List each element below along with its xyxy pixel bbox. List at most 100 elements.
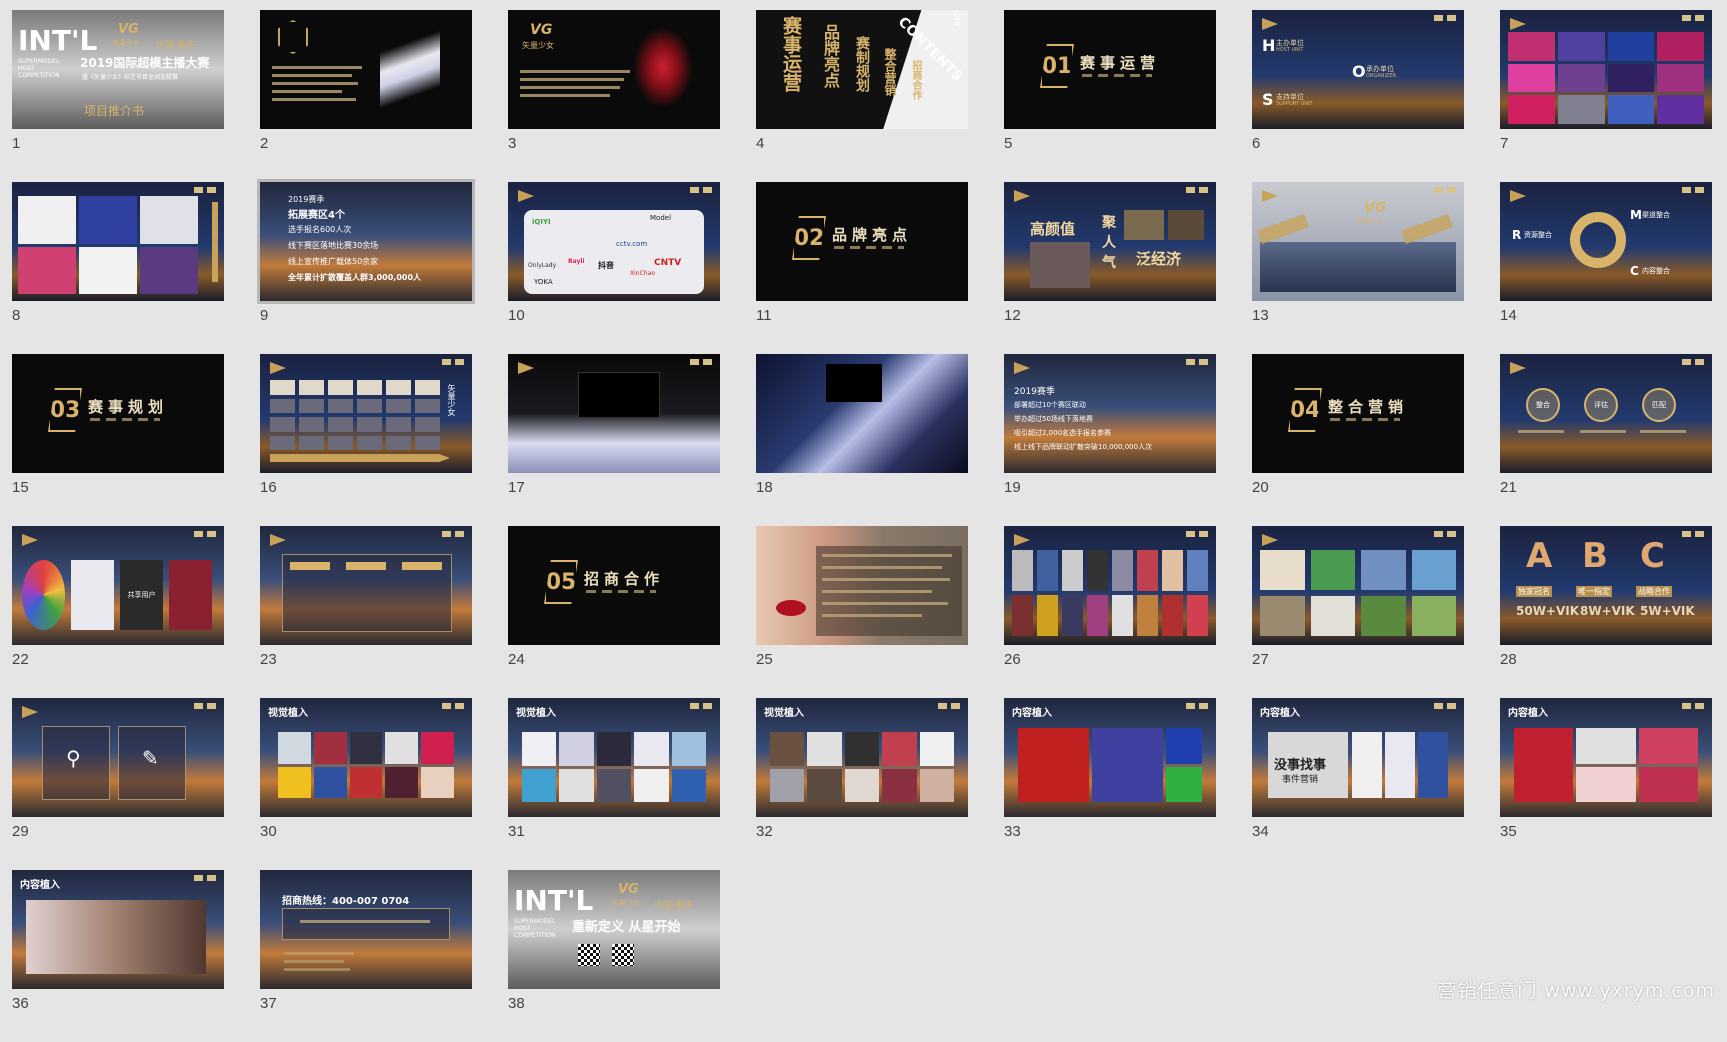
section-number: 04 (1288, 388, 1322, 432)
slide-number: 18 (756, 479, 773, 496)
slide-thumbnail[interactable]: 02 品牌亮点 (756, 182, 968, 301)
slide-heading: 内容植入 (1012, 708, 1052, 719)
vg-logo: VG (618, 882, 639, 897)
slide-thumbnail[interactable]: 2019赛季 部署超过10个赛区联动 举办超过50场线下落地赛 吸引超过2,00… (1004, 354, 1216, 473)
slide-number: 1 (12, 135, 21, 152)
slide-thumbnail[interactable]: M 渠道整合 R 资源整合 C 内容整合 (1500, 182, 1712, 301)
highlight-text: 高颜值 (1030, 220, 1076, 238)
slide-thumbnail[interactable]: 视觉植入 (260, 698, 472, 817)
slide-thumbnail[interactable]: 内容植入 (12, 870, 224, 989)
tier-price: 8W+VIK (1580, 604, 1635, 618)
slide-thumbnail[interactable]: 视觉植入 (508, 698, 720, 817)
integration-label: 内容整合 (1642, 267, 1670, 275)
side-tag: 矢量少女 (447, 384, 456, 416)
integration-label: 资源整合 (1524, 231, 1552, 239)
slide-thumbnail[interactable] (260, 526, 472, 645)
slide-cell: VG 矢量少女 3 (508, 10, 720, 182)
slide-cell: INT'L SUPERMODEL HOST COMPETITION VG 矢量少… (12, 10, 224, 182)
slide-thumbnail-selected[interactable]: 2019赛季 拓展赛区4个 选手报名600人次 线下赛区落地比赛30余场 线上宣… (257, 179, 475, 304)
slide-cell: 招商热线：400-007 0704 37 (260, 870, 472, 1042)
slide-thumbnail[interactable]: VG 矢量少女 (508, 10, 720, 129)
slide-cell: 整合 评估 匹配 21 (1500, 354, 1712, 526)
brand-name: 矢量少女 (522, 41, 554, 50)
slide-number: 31 (508, 823, 525, 840)
slide-cell: 8 (12, 182, 224, 354)
slide-thumbnail[interactable]: A B C 独家冠名 唯一指定 战略合作 50W+VIK 8W+VIK 5W+V… (1500, 526, 1712, 645)
brand-name: 矢量少女 (112, 39, 140, 47)
slide-thumbnail[interactable] (1500, 10, 1712, 129)
toc-item: 赛制规划 (854, 36, 870, 92)
media-logo: iQIYI (532, 218, 551, 226)
stat-line: 2019赛季 (1014, 387, 1055, 397)
letter-o: O (1352, 62, 1366, 81)
stat-line: 全年累计扩散覆盖人群3,000,000人 (288, 273, 422, 282)
slide-thumbnail[interactable]: 内容植入 没事找事 事件营销 (1252, 698, 1464, 817)
slide-thumbnail[interactable]: 矢量少女 (260, 354, 472, 473)
slide-cell: H 主办单位 HOST UNIT O 承办单位 ORGANIZER S 支持单位… (1252, 10, 1464, 182)
slide-thumbnail[interactable]: 05 招商合作 (508, 526, 720, 645)
slide-thumbnail[interactable] (1004, 526, 1216, 645)
slide-number: 13 (1252, 307, 1269, 324)
slide-thumbnail[interactable] (756, 354, 968, 473)
slide-cell: 矢量少女 16 (260, 354, 472, 526)
slide-cell: 视觉植入 31 (508, 698, 720, 870)
slide-thumbnail[interactable] (260, 10, 472, 129)
slide-thumbnail[interactable]: VG 矢量少女 (1252, 182, 1464, 301)
slide-thumbnail[interactable]: 共享用户 (12, 526, 224, 645)
slide-thumbnail[interactable]: 内容植入 (1004, 698, 1216, 817)
city-label: 中国·重庆 (156, 41, 195, 51)
slide-thumbnail[interactable]: H 主办单位 HOST UNIT O 承办单位 ORGANIZER S 支持单位… (1252, 10, 1464, 129)
section-number: 05 (544, 560, 578, 604)
slide-thumbnail[interactable]: 01 赛事运营 (1004, 10, 1216, 129)
slide-thumbnail[interactable]: INT'L SUPERMODEL HOST COMPETITION VG 矢量少… (508, 870, 720, 989)
slide-number: 37 (260, 995, 277, 1012)
slide-cell: INT'L SUPERMODEL HOST COMPETITION VG 矢量少… (508, 870, 720, 1042)
slide-thumbnail[interactable] (12, 182, 224, 301)
slide-cell: 27 (1252, 526, 1464, 698)
slide-heading: 视觉植入 (268, 708, 308, 719)
side-text: SUPERMODEL HOST COMPETITION (514, 918, 556, 939)
slide-thumbnail[interactable]: 04 整合营销 (1252, 354, 1464, 473)
slide-thumbnail[interactable]: 赛事运营 品牌亮点 赛制规划 整合营销 招商合作 CONTENTS 目录 (756, 10, 968, 129)
slide-number: 3 (508, 135, 517, 152)
slide-cell: 25 (756, 526, 968, 698)
stat-line: 线上线下品牌联动扩散突破10,000,000人次 (1014, 443, 1153, 451)
slide-cell: 赛事运营 品牌亮点 赛制规划 整合营销 招商合作 CONTENTS 目录 4 (756, 10, 968, 182)
highlight-text: 气 (1102, 255, 1116, 271)
slide-number: 27 (1252, 651, 1269, 668)
slide-cell: 23 (260, 526, 472, 698)
slide-thumbnail[interactable] (756, 526, 968, 645)
media-logo: OnlyLady (528, 262, 557, 269)
dancer-image (628, 20, 698, 115)
slide-thumbnail[interactable] (1252, 526, 1464, 645)
slide-number: 25 (756, 651, 773, 668)
section-title: 赛事规划 (88, 398, 169, 416)
slide-number: 8 (12, 307, 21, 324)
slide-thumbnail[interactable]: INT'L SUPERMODEL HOST COMPETITION VG 矢量少… (12, 10, 224, 129)
tier-letter: B (1582, 536, 1608, 576)
slide-cell: VG 矢量少女 13 (1252, 182, 1464, 354)
slide-thumbnail[interactable]: 内容植入 (1500, 698, 1712, 817)
slide-thumbnail[interactable]: 整合 评估 匹配 (1500, 354, 1712, 473)
slide-thumbnail[interactable] (508, 354, 720, 473)
slide-thumbnail[interactable]: 视觉植入 (756, 698, 968, 817)
stage-render (578, 372, 660, 418)
slide-thumbnail[interactable]: 高颜值 聚 人 气 泛经济 (1004, 182, 1216, 301)
slide-number: 7 (1500, 135, 1509, 152)
slide-heading: 视觉植入 (764, 708, 804, 719)
letter-h: H (1262, 36, 1276, 55)
slide-number: 20 (1252, 479, 1269, 496)
share-label: 共享用户 (120, 560, 163, 630)
slide-thumbnail[interactable]: ⚲ ✎ (12, 698, 224, 817)
slide-number: 4 (756, 135, 765, 152)
slide-thumbnail[interactable]: iQIYI Model 抖音 CNTV YOKA OnlyLady XinCha… (508, 182, 720, 301)
vg-logo: VG (1364, 200, 1387, 216)
process-step: 评估 (1584, 388, 1618, 422)
search-icon: ⚲ (66, 746, 81, 770)
highlight-text: 人 (1102, 235, 1116, 251)
slide-cell: 7 (1500, 10, 1712, 182)
slide-thumbnail[interactable]: 招商热线：400-007 0704 (260, 870, 472, 989)
slide-thumbnail[interactable]: 03 赛事规划 (12, 354, 224, 473)
qr-code-icon (578, 944, 600, 966)
slide-cell: 2019赛季 拓展赛区4个 选手报名600人次 线下赛区落地比赛30余场 线上宣… (257, 179, 475, 354)
